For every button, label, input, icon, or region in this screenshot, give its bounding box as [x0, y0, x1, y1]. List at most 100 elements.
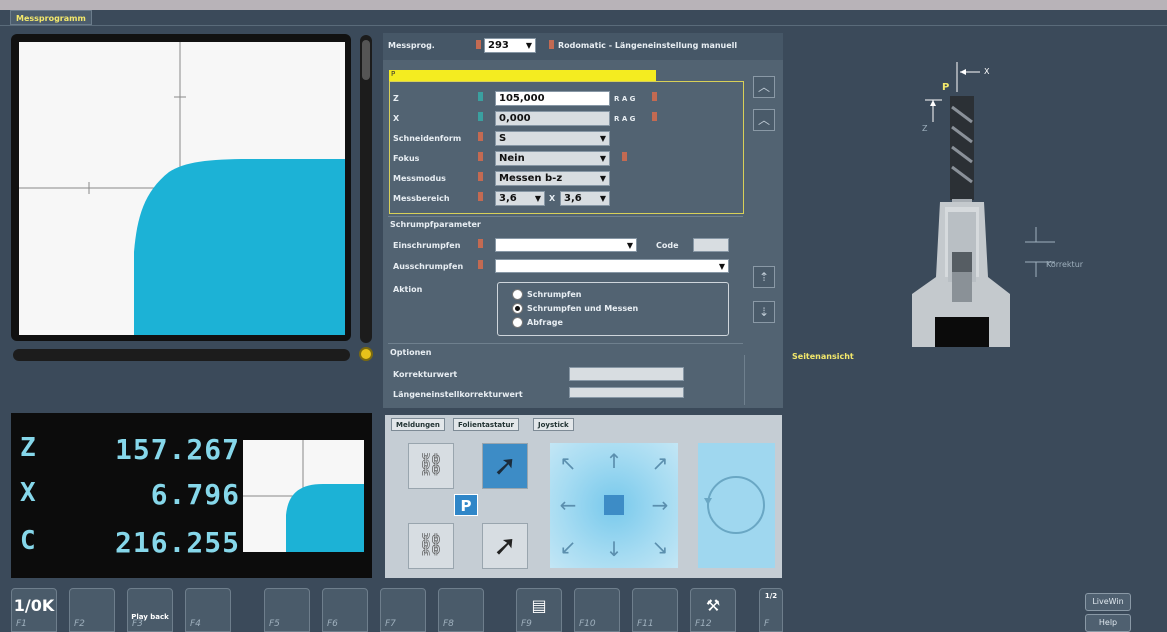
rotation-pad[interactable]: [698, 443, 775, 568]
f8-key[interactable]: F8: [438, 588, 484, 632]
schneidenform-indicator: [478, 132, 483, 141]
korrekturwert-input[interactable]: [569, 367, 684, 381]
fokus-select[interactable]: Nein ▼: [495, 151, 610, 166]
p-button[interactable]: P: [454, 494, 478, 516]
f1-icon: 1/0K: [13, 596, 55, 615]
radio-schrumpfen-und-messen[interactable]: [512, 303, 523, 314]
f5-key[interactable]: F5: [264, 588, 310, 632]
ausschrumpfen-select[interactable]: ▼: [495, 259, 729, 273]
z-label: Z: [393, 94, 399, 103]
active-parameter-bar: P: [389, 70, 656, 81]
messbereich-b-select[interactable]: 3,6 ▼: [560, 191, 610, 206]
f1-key[interactable]: 1/0K F1: [11, 588, 57, 632]
messmodus-label: Messmodus: [393, 174, 446, 183]
z-input[interactable]: 105,000: [495, 91, 610, 106]
einschrumpfen-select[interactable]: ▼: [495, 238, 637, 252]
sideview-korrektur-label: Korrektur: [1046, 260, 1084, 269]
einschrumpfen-indicator: [478, 239, 483, 248]
arrow-up-right-button[interactable]: ➚: [482, 523, 528, 569]
axis-z-value: 157.267: [114, 433, 240, 466]
laengeneinstellkorrekturwert-label: Längeneinstellkorrekturwert: [393, 390, 523, 399]
korrekturwert-label: Korrekturwert: [393, 370, 458, 379]
f10-key[interactable]: F10: [574, 588, 620, 632]
messmodus-select[interactable]: Messen b-z ▼: [495, 171, 610, 186]
program-indicator: [476, 40, 481, 49]
code-input[interactable]: [693, 238, 729, 252]
tool-side-view: X P Z Korrektur: [900, 62, 1083, 352]
arrow-down-right-icon[interactable]: ↘: [645, 535, 675, 559]
messbereich-indicator: [478, 192, 483, 201]
messbereich-a-select[interactable]: 3,6 ▼: [495, 191, 545, 206]
f4-label: F4: [190, 619, 201, 629]
laengeneinstellkorrekturwert-input[interactable]: [569, 387, 684, 398]
zoom-indicator-icon[interactable]: [359, 347, 373, 361]
program-number-value: 293: [488, 40, 509, 51]
f-page-key[interactable]: 1/2 F: [759, 588, 783, 632]
f2-label: F2: [74, 619, 85, 629]
scroll-up-button[interactable]: ︿: [753, 76, 775, 98]
tab-messprogramm[interactable]: Messprogramm: [10, 10, 92, 25]
radio-schrumpfen[interactable]: [512, 289, 523, 300]
tab-folientastatur[interactable]: Folientastatur: [453, 418, 519, 431]
viewer-vertical-scrollbar[interactable]: [360, 35, 372, 343]
z-rag-label: R A G: [614, 95, 636, 103]
messbereich-a-value: 3,6: [499, 193, 517, 204]
f5-label: F5: [269, 619, 280, 629]
f7-key[interactable]: F7: [380, 588, 426, 632]
holder-icon: ⚒: [705, 596, 721, 615]
help-button[interactable]: Help: [1085, 614, 1131, 632]
tool-measure-top-icon[interactable]: ⛓: [408, 443, 454, 489]
f3-key[interactable]: Play back F3: [127, 588, 173, 632]
f12-key[interactable]: ⚒ F12: [690, 588, 736, 632]
arrow-up-right-icon[interactable]: ↗: [645, 451, 675, 475]
section-divider: [388, 343, 743, 344]
camera-viewer[interactable]: [19, 42, 345, 335]
messmodus-value: Messen b-z: [499, 173, 563, 184]
move-down-button[interactable]: ⇣: [753, 301, 775, 323]
f12-label: F12: [695, 619, 712, 629]
f11-key[interactable]: F11: [632, 588, 678, 632]
messbereich-label: Messbereich: [393, 194, 450, 203]
viewer-horizontal-scrollbar[interactable]: [13, 349, 350, 361]
axis-c-value: 216.255: [114, 526, 240, 559]
fokus-value: Nein: [499, 153, 525, 164]
f1-label: F1: [16, 619, 27, 629]
f6-key[interactable]: F6: [322, 588, 368, 632]
radio-abfrage[interactable]: [512, 317, 523, 328]
axis-c-label: C: [20, 526, 36, 556]
f6-label: F6: [327, 619, 338, 629]
viewer-vertical-scroll-thumb[interactable]: [362, 40, 370, 80]
directional-pad[interactable]: ↖ ↑ ↗ ← → ↙ ↓ ↘: [550, 443, 678, 568]
schrumpf-section-title: Schrumpfparameter: [390, 220, 481, 229]
title-bar: [0, 0, 1167, 10]
optionen-section-title: Optionen: [390, 348, 432, 357]
arrow-up-right-active-button[interactable]: ➚: [482, 443, 528, 489]
minimap-image: [243, 440, 364, 552]
f9-key[interactable]: ▤ F9: [516, 588, 562, 632]
arrow-down-left-icon[interactable]: ↙: [553, 535, 583, 559]
tab-joystick[interactable]: Joystick: [533, 418, 574, 431]
schneidenform-select[interactable]: S ▼: [495, 131, 610, 146]
f4-key[interactable]: F4: [185, 588, 231, 632]
arrow-right-icon[interactable]: →: [645, 493, 675, 517]
arrow-up-icon[interactable]: ↑: [599, 449, 629, 473]
radio-abfrage-label: Abfrage: [527, 318, 563, 327]
arrow-up-left-icon[interactable]: ↖: [553, 451, 583, 475]
tool-measure-bottom-icon[interactable]: ⛓: [408, 523, 454, 569]
axis-z-row: Z 157.267: [20, 433, 240, 471]
tab-meldungen[interactable]: Meldungen: [391, 418, 445, 431]
tool-holder-image: [912, 62, 1055, 347]
axis-c-row: C 216.255: [20, 526, 240, 564]
x-input[interactable]: 0,000: [495, 111, 610, 126]
livewin-button[interactable]: LiveWin: [1085, 593, 1131, 611]
viewer-minimap[interactable]: [243, 440, 364, 552]
f2-key[interactable]: F2: [69, 588, 115, 632]
messbereich-b-value: 3,6: [564, 193, 582, 204]
move-up-button[interactable]: ⇡: [753, 266, 775, 288]
arrow-down-icon[interactable]: ↓: [599, 537, 629, 561]
program-number-select[interactable]: 293 ▼: [484, 38, 536, 53]
arrow-left-icon[interactable]: ←: [553, 493, 583, 517]
page-up-button[interactable]: ︿: [753, 109, 775, 131]
chevron-down-icon: ▼: [599, 154, 606, 163]
dpad-center-button[interactable]: [604, 495, 624, 515]
